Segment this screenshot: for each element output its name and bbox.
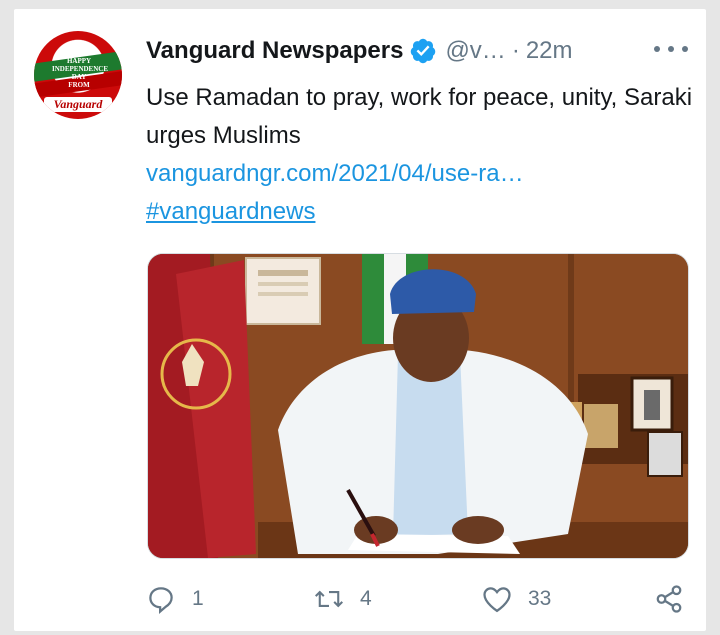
verified-badge-icon <box>409 37 437 65</box>
separator: · <box>511 37 520 64</box>
tweet-actions: 1 4 33 <box>146 581 686 617</box>
reply-button[interactable]: 1 <box>146 581 204 617</box>
heart-icon <box>482 584 512 614</box>
author-name[interactable]: Vanguard Newspapers <box>146 37 403 65</box>
tweet-header: Vanguard Newspapers @v… · 22m <box>146 35 573 67</box>
tweet-link[interactable]: vanguardngr.com/2021/04/use-ra… <box>146 155 524 193</box>
retweet-icon <box>314 584 344 614</box>
retweet-count: 4 <box>360 587 372 610</box>
like-button[interactable]: 33 <box>482 581 551 617</box>
tweet-media-image[interactable] <box>147 253 689 559</box>
hashtag-link[interactable]: #vanguardnews <box>146 193 315 231</box>
like-count: 33 <box>528 587 552 610</box>
avatar[interactable]: HAPPY INDEPENDENCE DAY FROM Vanguard <box>34 31 122 119</box>
avatar-text: HAPPY INDEPENDENCE DAY FROM <box>52 57 109 89</box>
tweet-card[interactable]: HAPPY INDEPENDENCE DAY FROM Vanguard Van… <box>14 9 706 631</box>
reply-icon <box>146 584 176 614</box>
share-icon <box>654 584 684 614</box>
retweet-button[interactable]: 4 <box>314 581 372 617</box>
avatar-brand: Vanguard <box>44 97 112 112</box>
timestamp[interactable]: 22m <box>526 37 573 65</box>
media-illustration <box>148 254 688 558</box>
more-options-icon[interactable] <box>654 39 688 59</box>
tweet-text: Use Ramadan to pray, work for peace, uni… <box>146 84 693 149</box>
share-button[interactable] <box>654 581 684 617</box>
reply-count: 1 <box>192 587 204 610</box>
author-handle[interactable]: @v… <box>445 37 505 65</box>
